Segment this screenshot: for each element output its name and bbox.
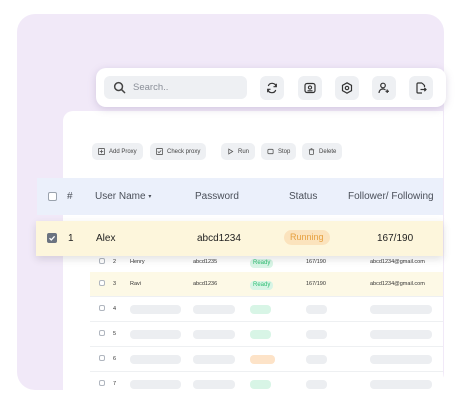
refresh-button[interactable] [260,76,284,100]
row-index: 7 [113,381,117,387]
add-proxy-button[interactable]: Add Proxy [92,143,143,160]
skeleton-bar [193,330,235,339]
screenshot-icon [304,82,316,94]
placeholder-row[interactable]: 7 [90,372,443,397]
row-followers: 167/190 [306,281,326,287]
play-icon [228,148,234,155]
check-proxy-label: Check proxy [167,148,201,155]
row-checkbox-checked[interactable] [47,233,57,243]
check-proxy-button[interactable]: Check proxy [150,143,207,160]
status-badge-ready: Ready [250,259,274,268]
row-username: Alex [96,233,116,244]
skeleton-bar [193,355,235,364]
skeleton-bar [306,305,327,314]
stop-button[interactable]: Stop [261,143,297,160]
run-button[interactable]: Run [221,143,256,160]
skeleton-bar [306,380,327,389]
row-checkbox[interactable] [99,355,105,361]
add-user-icon [378,82,389,94]
row-index: 3 [113,281,117,287]
skeleton-bar [370,330,432,339]
skeleton-bar [130,355,181,364]
skeleton-bar [250,380,271,389]
skeleton-bar [193,380,235,389]
skeleton-bar [370,305,432,314]
skeleton-bar [250,330,271,339]
row-checkbox[interactable] [99,330,105,336]
row-email: abcd1234@gmail.com [370,259,425,265]
table-row[interactable]: 3 Ravi abcd1236 Ready 167/190 abcd1234@g… [90,272,443,297]
table-row-selected[interactable]: 1 Alex abcd1234 Running 167/190 [36,221,443,256]
export-icon [416,82,427,94]
delete-button[interactable]: Delete [302,143,343,160]
refresh-icon [267,82,277,94]
stop-label: Stop [278,148,291,155]
export-button[interactable] [409,76,433,100]
row-checkbox[interactable] [99,280,105,286]
table-header: # User Name ▾ Password Status Follower/ … [37,178,443,215]
skeleton-bar [370,380,432,389]
skeleton-bar [193,305,235,314]
row-checkbox[interactable] [99,258,105,264]
row-index: 1 [68,233,74,244]
search-box[interactable] [104,76,247,99]
sort-caret-icon: ▾ [148,193,152,200]
settings-icon [341,82,353,94]
check-proxy-icon [156,148,163,155]
row-index: 2 [113,259,117,265]
add-proxy-label: Add Proxy [109,148,137,155]
settings-button[interactable] [335,76,359,100]
row-email: abcd1234@gmail.com [370,281,425,287]
row-index: 5 [113,331,117,337]
stop-icon [267,148,274,155]
skeleton-bar [130,380,181,389]
skeleton-bar [130,330,181,339]
row-checkbox[interactable] [99,380,105,386]
header-password: Password [195,191,239,202]
row-password: abcd1236 [193,281,218,287]
header-status: Status [289,191,318,202]
header-index: # [67,191,73,202]
delete-label: Delete [319,148,337,155]
row-password: abcd1234 [197,233,241,244]
skeleton-bar [306,330,327,339]
row-username: Henry [130,259,145,265]
row-index: 4 [113,306,117,312]
toolbar [96,68,446,107]
row-checkbox[interactable] [99,305,105,311]
skeleton-bar [250,305,271,314]
header-username-label: User Name [95,191,146,202]
skeleton-bar [306,355,327,364]
check-icon [49,235,56,241]
run-label: Run [238,148,250,155]
skeleton-bar [130,305,181,314]
add-user-button[interactable] [372,76,396,100]
header-followers: Follower/ Following [348,191,434,202]
placeholder-row[interactable]: 5 [90,322,443,347]
placeholder-row[interactable]: 6 [90,347,443,372]
row-username: Ravi [130,281,142,287]
screenshot-button[interactable] [298,76,322,100]
skeleton-bar [370,355,432,364]
placeholder-row[interactable]: 4 [90,297,443,322]
search-icon [113,81,126,94]
row-followers: 167/190 [377,233,414,244]
select-all-checkbox[interactable] [48,192,57,201]
header-username[interactable]: User Name ▾ [95,191,151,202]
trash-icon [308,148,315,155]
add-proxy-icon [98,148,105,155]
row-index: 6 [113,356,117,362]
row-followers: 167/190 [306,259,326,265]
row-password: abcd1235 [193,259,218,265]
skeleton-bar [250,355,275,364]
status-badge-ready: Ready [250,281,274,290]
status-badge-running: Running [284,230,330,245]
search-input[interactable] [133,82,233,93]
